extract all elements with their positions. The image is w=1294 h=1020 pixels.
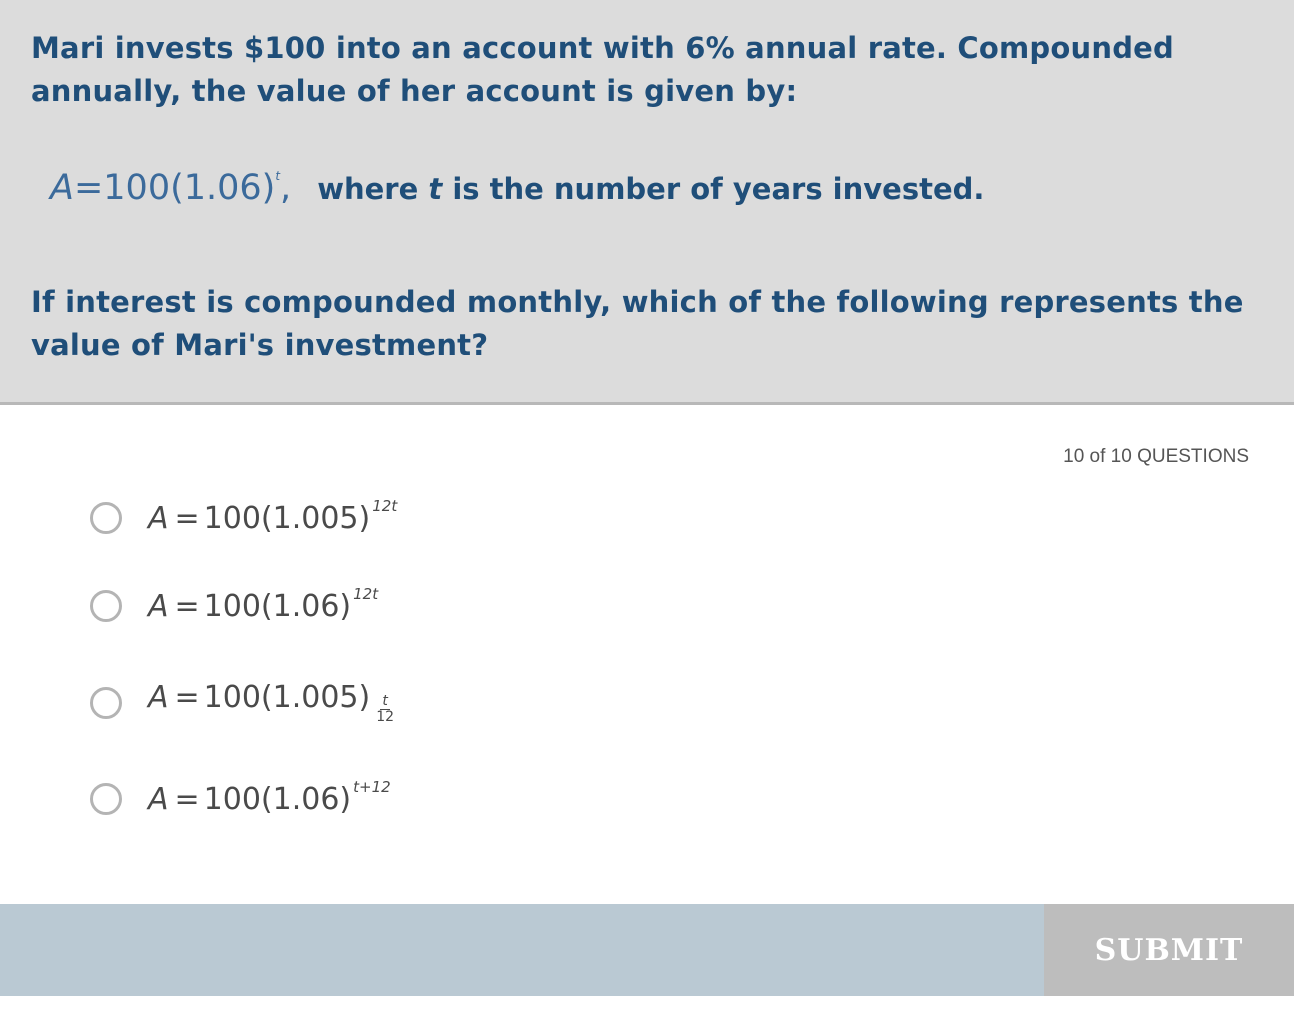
question-counter: 10 of 10 QUESTIONS	[1063, 446, 1249, 467]
formula-eq: =	[73, 168, 104, 208]
choice-var: A	[148, 781, 169, 817]
where-prefix: where	[317, 172, 429, 206]
choice-body: 100(1.005)	[203, 500, 371, 536]
choice-body: 100(1.06)	[203, 588, 352, 624]
choice-body: 100(1.005)	[203, 679, 371, 715]
choice-fraction-exponent: t 12	[374, 692, 396, 725]
submit-button[interactable]: SUBMIT	[1044, 904, 1294, 996]
choice-exponent: 12t	[372, 496, 398, 515]
choice-var: A	[148, 500, 169, 536]
answer-choice-3[interactable]: A = 100(1.005) t 12	[90, 673, 396, 733]
answer-choice-4[interactable]: A = 100(1.06) t+12	[90, 769, 391, 829]
choice-exponent: t+12	[353, 777, 391, 796]
formula-trail: ,	[280, 168, 292, 208]
fraction-numerator: t	[380, 692, 390, 710]
choice-body: 100(1.06)	[203, 781, 352, 817]
choice-formula: A = 100(1.005) t 12	[148, 680, 396, 727]
answer-choice-1[interactable]: A = 100(1.005) 12t	[90, 488, 397, 548]
choice-eq: =	[174, 500, 200, 536]
choice-formula: A = 100(1.005) 12t	[148, 497, 397, 536]
where-var: t	[428, 172, 443, 206]
choice-eq: =	[174, 588, 200, 624]
radio-button[interactable]	[90, 783, 122, 815]
choice-formula: A = 100(1.06) t+12	[148, 778, 391, 817]
formula-exponent: t	[275, 169, 281, 184]
question-intro: Mari invests $100 into an account with 6…	[31, 31, 1174, 108]
formula-explanation: where t is the number of years invested.	[317, 172, 984, 206]
choice-var: A	[148, 588, 169, 624]
footer-bar: SUBMIT	[0, 904, 1294, 996]
answer-choice-2[interactable]: A = 100(1.06) 12t	[90, 576, 378, 636]
radio-button[interactable]	[90, 590, 122, 622]
fraction-denominator: 12	[376, 708, 395, 725]
question-panel: Mari invests $100 into an account with 6…	[0, 0, 1294, 405]
given-formula: A=100(1.06)t, where t is the number of y…	[50, 168, 984, 218]
where-suffix: is the number of years invested.	[442, 172, 985, 206]
radio-button[interactable]	[90, 502, 122, 534]
formula-body: 100(1.06)	[103, 168, 276, 208]
choice-exponent: 12t	[353, 584, 379, 603]
choice-formula: A = 100(1.06) 12t	[148, 585, 378, 624]
given-formula-math: A=100(1.06)t,	[50, 168, 291, 208]
choice-eq: =	[174, 679, 200, 715]
formula-var: A	[50, 168, 74, 208]
choice-var: A	[148, 679, 169, 715]
radio-button[interactable]	[90, 687, 122, 719]
choice-eq: =	[174, 781, 200, 817]
question-ask: If interest is compounded monthly, which…	[31, 285, 1244, 362]
